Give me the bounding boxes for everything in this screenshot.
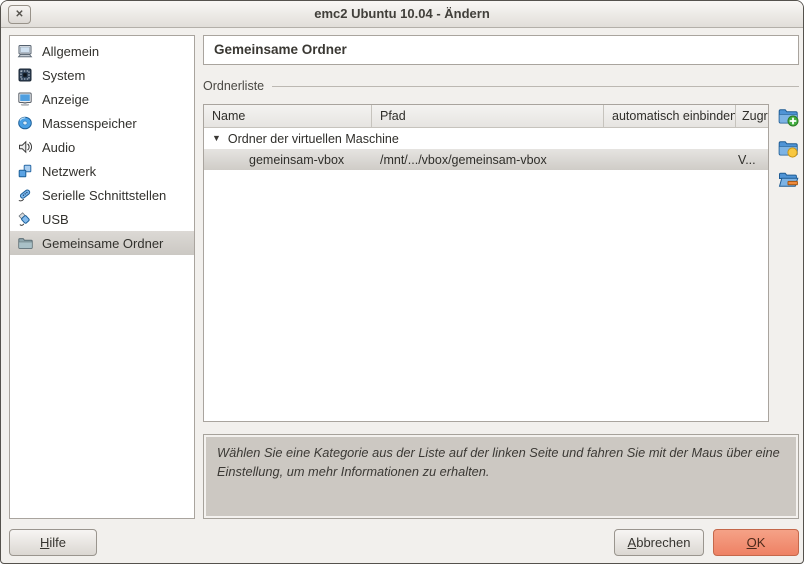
sidebar-item-label: USB <box>42 212 69 227</box>
add-shared-folder-button[interactable] <box>777 105 799 127</box>
edit-shared-folder-button[interactable] <box>777 137 799 159</box>
sidebar-item-serielle-schnittstellen[interactable]: Serielle Schnittstellen <box>10 183 194 207</box>
column-header-access[interactable]: Zugriff <box>736 105 768 127</box>
sidebar-item-audio[interactable]: Audio <box>10 135 194 159</box>
edit-folder-icon <box>777 137 799 159</box>
sidebar-item-anzeige[interactable]: Anzeige <box>10 87 194 111</box>
group-title: Ordnerliste <box>203 79 264 93</box>
sidebar-item-label: Audio <box>42 140 75 155</box>
usb-icon <box>17 211 33 227</box>
info-panel: Wählen Sie eine Kategorie aus der Liste … <box>203 434 799 519</box>
add-folder-icon <box>777 105 799 127</box>
sidebar-item-allgemein[interactable]: Allgemein <box>10 39 194 63</box>
tree-group-label: Ordner der virtuellen Maschine <box>228 132 399 146</box>
tree-group-row[interactable]: ▼ Ordner der virtuellen Maschine <box>204 128 768 149</box>
chevron-down-icon[interactable]: ▼ <box>212 134 221 143</box>
table-header: Name Pfad automatisch einbinden Zugriff <box>204 105 768 128</box>
cell-path: /mnt/.../vbox/gemeinsam-vbox <box>372 153 604 167</box>
close-button[interactable]: ✕ <box>8 5 31 24</box>
window-title: emc2 Ubuntu 10.04 - Ändern <box>1 1 803 27</box>
storage-icon <box>17 115 33 131</box>
remove-shared-folder-button[interactable] <box>777 169 799 191</box>
audio-icon <box>17 139 33 155</box>
folder-actions <box>777 105 799 191</box>
cancel-button[interactable]: Abbrechen <box>614 529 704 556</box>
close-icon: ✕ <box>15 9 23 20</box>
sidebar-item-label: System <box>42 68 85 83</box>
folder-list-group: Ordnerliste <box>203 79 799 93</box>
group-rule <box>272 86 799 87</box>
column-header-name[interactable]: Name <box>204 105 372 127</box>
cell-access: V... <box>736 153 768 167</box>
serial-ports-icon <box>17 187 33 203</box>
ok-button-label: OK <box>747 535 766 550</box>
network-icon <box>17 163 33 179</box>
sidebar-item-usb[interactable]: USB <box>10 207 194 231</box>
sidebar-item-label: Netzwerk <box>42 164 96 179</box>
column-header-automount[interactable]: automatisch einbinden <box>604 105 736 127</box>
system-icon <box>17 67 33 83</box>
shared-folders-icon <box>17 235 33 251</box>
column-header-path[interactable]: Pfad <box>372 105 604 127</box>
sidebar-item-label: Massenspeicher <box>42 116 137 131</box>
settings-dialog: ✕ emc2 Ubuntu 10.04 - Ändern Allgemein S… <box>0 0 804 564</box>
cell-name: gemeinsam-vbox <box>204 153 372 167</box>
sidebar-item-label: Anzeige <box>42 92 89 107</box>
page-title: Gemeinsame Ordner <box>203 35 799 65</box>
titlebar: ✕ emc2 Ubuntu 10.04 - Ändern <box>1 1 803 28</box>
sidebar-item-system[interactable]: System <box>10 63 194 87</box>
remove-folder-icon <box>777 169 799 191</box>
category-list: Allgemein System Anzeige <box>9 35 195 519</box>
sidebar-item-label: Serielle Schnittstellen <box>42 188 166 203</box>
shared-folders-table[interactable]: Name Pfad automatisch einbinden Zugriff … <box>203 104 769 422</box>
display-icon <box>17 91 33 107</box>
help-button-label: Hilfe <box>40 535 66 550</box>
general-icon <box>17 43 33 59</box>
help-button[interactable]: Hilfe <box>9 529 97 556</box>
sidebar-item-label: Gemeinsame Ordner <box>42 236 163 251</box>
sidebar-item-gemeinsame-ordner[interactable]: Gemeinsame Ordner <box>10 231 194 255</box>
table-row[interactable]: gemeinsam-vbox /mnt/.../vbox/gemeinsam-v… <box>204 149 768 170</box>
ok-button[interactable]: OK <box>713 529 799 556</box>
sidebar-item-label: Allgemein <box>42 44 99 59</box>
sidebar-item-massenspeicher[interactable]: Massenspeicher <box>10 111 194 135</box>
cancel-button-label: Abbrechen <box>628 535 691 550</box>
sidebar-item-netzwerk[interactable]: Netzwerk <box>10 159 194 183</box>
